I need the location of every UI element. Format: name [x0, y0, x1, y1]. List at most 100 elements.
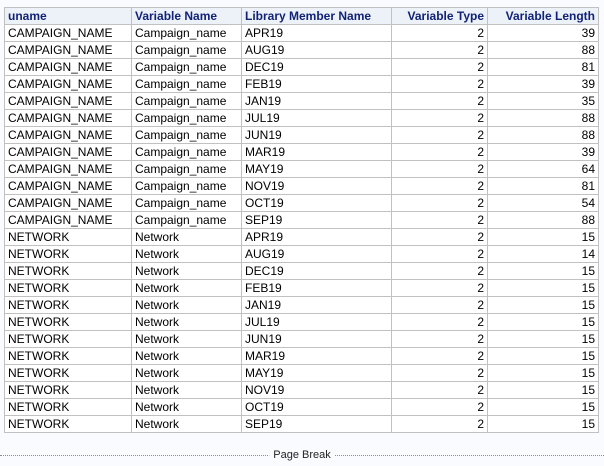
variable-name-cell: Campaign_name	[131, 194, 242, 212]
variable-type-cell: 2	[391, 398, 488, 416]
variable-length-cell: 15	[487, 330, 599, 348]
variable-type-cell: 2	[391, 126, 488, 144]
uname-cell: NETWORK	[4, 398, 132, 416]
table-row: NETWORK Network SEP19 2 15	[4, 415, 599, 433]
variable-name-cell: Campaign_name	[131, 24, 242, 42]
results-table: uname Variable Name Library Member Name …	[4, 7, 599, 433]
variable-name-cell: Network	[131, 381, 242, 399]
table-row: CAMPAIGN_NAME Campaign_name SEP19 2 88	[4, 211, 599, 229]
variable-type-cell: 2	[391, 296, 488, 314]
column-header-variable-type: Variable Type	[391, 7, 488, 25]
variable-name-cell: Network	[131, 347, 242, 365]
table-row: NETWORK Network DEC19 2 15	[4, 262, 599, 280]
table-row: NETWORK Network NOV19 2 15	[4, 381, 599, 399]
library-member-name-cell: JUN19	[241, 330, 392, 348]
library-member-name-cell: MAY19	[241, 364, 392, 382]
uname-cell: NETWORK	[4, 364, 132, 382]
uname-cell: NETWORK	[4, 228, 132, 246]
variable-name-cell: Network	[131, 364, 242, 382]
variable-type-cell: 2	[391, 228, 488, 246]
variable-name-cell: Campaign_name	[131, 109, 242, 127]
variable-length-cell: 88	[487, 126, 599, 144]
variable-length-cell: 15	[487, 415, 599, 433]
table-row: NETWORK Network FEB19 2 15	[4, 279, 599, 297]
variable-length-cell: 15	[487, 228, 599, 246]
uname-cell: CAMPAIGN_NAME	[4, 109, 132, 127]
variable-type-cell: 2	[391, 92, 488, 110]
table-body: CAMPAIGN_NAME Campaign_name APR19 2 39 CAMPAI…	[4, 24, 599, 433]
variable-length-cell: 15	[487, 313, 599, 331]
variable-length-cell: 15	[487, 279, 599, 297]
uname-cell: CAMPAIGN_NAME	[4, 58, 132, 76]
variable-type-cell: 2	[391, 160, 488, 178]
table-row: CAMPAIGN_NAME Campaign_name JAN19 2 35	[4, 92, 599, 110]
table-row: NETWORK Network JUN19 2 15	[4, 330, 599, 348]
library-member-name-cell: SEP19	[241, 415, 392, 433]
library-member-name-cell: AUG19	[241, 245, 392, 263]
variable-type-cell: 2	[391, 75, 488, 93]
variable-name-cell: Campaign_name	[131, 75, 242, 93]
table-row: CAMPAIGN_NAME Campaign_name MAY19 2 64	[4, 160, 599, 178]
variable-length-cell: 54	[487, 194, 599, 212]
variable-length-cell: 81	[487, 58, 599, 76]
page-break-label: Page Break	[269, 448, 335, 462]
variable-type-cell: 2	[391, 415, 488, 433]
variable-length-cell: 15	[487, 398, 599, 416]
table-row: CAMPAIGN_NAME Campaign_name OCT19 2 54	[4, 194, 599, 212]
library-member-name-cell: OCT19	[241, 194, 392, 212]
uname-cell: CAMPAIGN_NAME	[4, 143, 132, 161]
variable-type-cell: 2	[391, 364, 488, 382]
library-member-name-cell: SEP19	[241, 211, 392, 229]
library-member-name-cell: JUL19	[241, 313, 392, 331]
uname-cell: CAMPAIGN_NAME	[4, 194, 132, 212]
variable-type-cell: 2	[391, 330, 488, 348]
library-member-name-cell: AUG19	[241, 41, 392, 59]
variable-type-cell: 2	[391, 211, 488, 229]
variable-length-cell: 15	[487, 262, 599, 280]
uname-cell: NETWORK	[4, 279, 132, 297]
column-header-library-member-name: Library Member Name	[241, 7, 392, 25]
table-row: CAMPAIGN_NAME Campaign_name DEC19 2 81	[4, 58, 599, 76]
uname-cell: NETWORK	[4, 381, 132, 399]
variable-name-cell: Campaign_name	[131, 160, 242, 178]
library-member-name-cell: FEB19	[241, 279, 392, 297]
variable-type-cell: 2	[391, 143, 488, 161]
variable-type-cell: 2	[391, 262, 488, 280]
variable-length-cell: 39	[487, 24, 599, 42]
library-member-name-cell: APR19	[241, 228, 392, 246]
table-row: CAMPAIGN_NAME Campaign_name APR19 2 39	[4, 24, 599, 42]
variable-length-cell: 39	[487, 143, 599, 161]
uname-cell: NETWORK	[4, 313, 132, 331]
uname-cell: CAMPAIGN_NAME	[4, 211, 132, 229]
variable-length-cell: 88	[487, 109, 599, 127]
variable-length-cell: 15	[487, 364, 599, 382]
uname-cell: NETWORK	[4, 347, 132, 365]
variable-length-cell: 15	[487, 296, 599, 314]
page-break: Page Break	[0, 448, 604, 462]
variable-name-cell: Network	[131, 262, 242, 280]
variable-type-cell: 2	[391, 24, 488, 42]
variable-type-cell: 2	[391, 245, 488, 263]
library-member-name-cell: MAY19	[241, 160, 392, 178]
variable-length-cell: 81	[487, 177, 599, 195]
variable-type-cell: 2	[391, 194, 488, 212]
variable-length-cell: 15	[487, 381, 599, 399]
column-header-uname: uname	[4, 7, 132, 25]
variable-name-cell: Network	[131, 245, 242, 263]
table-row: NETWORK Network AUG19 2 14	[4, 245, 599, 263]
variable-name-cell: Network	[131, 415, 242, 433]
variable-name-cell: Network	[131, 296, 242, 314]
variable-name-cell: Campaign_name	[131, 211, 242, 229]
uname-cell: CAMPAIGN_NAME	[4, 160, 132, 178]
table-row: CAMPAIGN_NAME Campaign_name FEB19 2 39	[4, 75, 599, 93]
table-row: CAMPAIGN_NAME Campaign_name JUN19 2 88	[4, 126, 599, 144]
variable-type-cell: 2	[391, 347, 488, 365]
library-member-name-cell: NOV19	[241, 381, 392, 399]
table-row: NETWORK Network MAY19 2 15	[4, 364, 599, 382]
variable-name-cell: Network	[131, 398, 242, 416]
library-member-name-cell: JUN19	[241, 126, 392, 144]
variable-name-cell: Campaign_name	[131, 143, 242, 161]
variable-name-cell: Campaign_name	[131, 41, 242, 59]
uname-cell: CAMPAIGN_NAME	[4, 126, 132, 144]
variable-name-cell: Network	[131, 279, 242, 297]
